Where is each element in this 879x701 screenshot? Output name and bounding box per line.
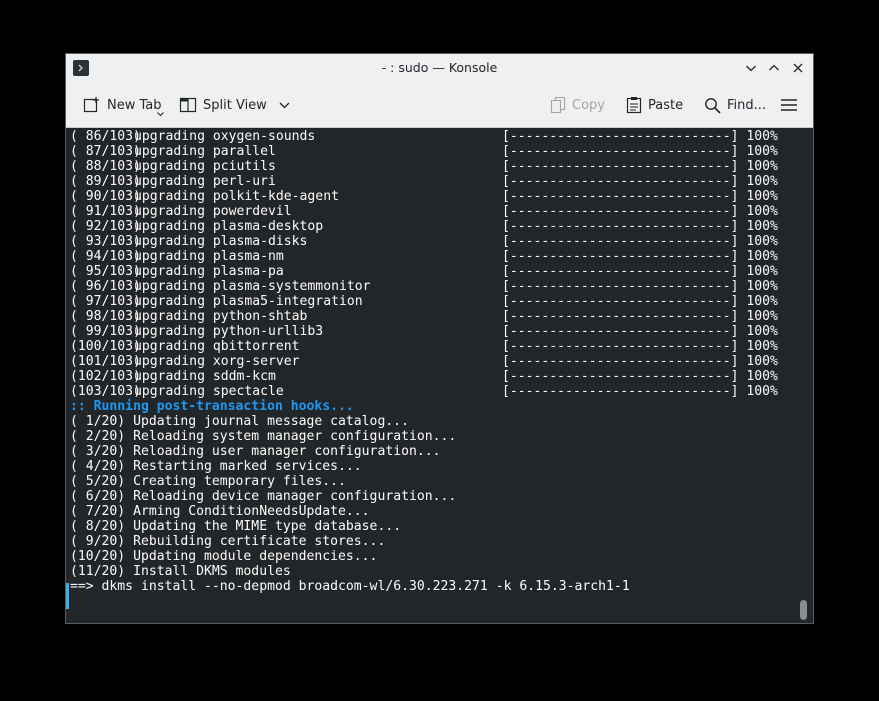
upgrade-package: upgrading polkit-kde-agent	[134, 189, 339, 204]
split-view-button[interactable]: Split View	[179, 93, 290, 117]
chevron-down-icon	[746, 65, 756, 72]
hook-line: ( 1/20) Updating journal message catalog…	[70, 414, 409, 429]
upgrade-line: (103/103)	[70, 384, 141, 399]
minimize-button[interactable]	[742, 59, 760, 77]
upgrade-package: upgrading qbittorrent	[134, 339, 300, 354]
upgrade-line: ( 86/103)	[70, 129, 141, 144]
upgrade-line: ( 89/103)	[70, 174, 141, 189]
copy-button[interactable]: Copy	[550, 93, 605, 117]
paste-label: Paste	[648, 97, 684, 113]
progress-bar: [----------------------------] 100%	[502, 204, 778, 219]
new-tab-label: New Tab	[107, 97, 162, 113]
toolbar: New Tab Split View Copy Paste Find...	[66, 82, 813, 128]
upgrade-package: upgrading xorg-server	[134, 354, 300, 369]
progress-bar: [----------------------------] 100%	[502, 354, 778, 369]
upgrade-line: (101/103)	[70, 354, 141, 369]
copy-label: Copy	[572, 97, 605, 113]
paste-button[interactable]: Paste	[626, 93, 683, 117]
progress-bar: [----------------------------] 100%	[502, 159, 778, 174]
find-button[interactable]: Find...	[704, 93, 766, 117]
progress-bar: [----------------------------] 100%	[502, 264, 778, 279]
search-icon	[704, 97, 721, 114]
split-view-icon	[179, 96, 197, 114]
upgrade-line: ( 94/103)	[70, 249, 141, 264]
progress-bar: [----------------------------] 100%	[502, 189, 778, 204]
maximize-button[interactable]	[765, 59, 783, 77]
progress-bar: [----------------------------] 100%	[502, 384, 778, 399]
hook-line: ( 6/20) Reloading device manager configu…	[70, 489, 457, 504]
progress-bar: [----------------------------] 100%	[502, 339, 778, 354]
chevron-down-icon[interactable]	[157, 106, 164, 121]
upgrade-package: upgrading plasma-desktop	[134, 219, 324, 234]
close-icon	[793, 63, 803, 73]
progress-bar: [----------------------------] 100%	[502, 309, 778, 324]
new-tab-icon	[83, 96, 101, 114]
upgrade-line: ( 90/103)	[70, 189, 141, 204]
hook-line: ( 8/20) Updating the MIME type database.…	[70, 519, 402, 534]
window-title: - : sudo — Konsole	[381, 60, 498, 75]
upgrade-package: upgrading parallel	[134, 144, 276, 159]
hook-line: ( 2/20) Reloading system manager configu…	[70, 429, 457, 444]
hamburger-menu-icon	[780, 97, 798, 113]
upgrade-line: ( 99/103)	[70, 324, 141, 339]
scrollbar-thumb[interactable]	[800, 600, 807, 620]
upgrade-package: upgrading plasma-nm	[134, 249, 284, 264]
upgrade-package: upgrading perl-uri	[134, 174, 276, 189]
terminal-output[interactable]: ( 86/103) upgrading oxygen-sounds [-------…	[66, 128, 813, 623]
upgrade-package: upgrading sddm-kcm	[134, 369, 276, 384]
progress-bar: [----------------------------] 100%	[502, 279, 778, 294]
upgrade-package: upgrading pciutils	[134, 159, 276, 174]
title-bar[interactable]: - : sudo — Konsole	[66, 54, 813, 82]
upgrade-package: upgrading plasma-systemmonitor	[134, 279, 371, 294]
hook-line: (11/20) Install DKMS modules	[70, 564, 291, 579]
upgrade-line: (100/103)	[70, 339, 141, 354]
progress-bar: [----------------------------] 100%	[502, 324, 778, 339]
hooks-title: :: Running post-transaction hooks...	[70, 399, 354, 414]
upgrade-package: upgrading powerdevil	[134, 204, 292, 219]
close-button[interactable]	[789, 59, 807, 77]
progress-bar: [----------------------------] 100%	[502, 129, 778, 144]
konsole-window: - : sudo — Konsole New Tab Split View Co…	[65, 53, 814, 624]
upgrade-package: upgrading plasma5-integration	[134, 294, 363, 309]
upgrade-package: upgrading plasma-disks	[134, 234, 308, 249]
progress-bar: [----------------------------] 100%	[502, 294, 778, 309]
upgrade-package: upgrading oxygen-sounds	[134, 129, 316, 144]
upgrade-line: ( 93/103)	[70, 234, 141, 249]
new-tab-button[interactable]: New Tab	[83, 93, 164, 117]
progress-bar: [----------------------------] 100%	[502, 144, 778, 159]
upgrade-line: ( 95/103)	[70, 264, 141, 279]
upgrade-line: ( 96/103)	[70, 279, 141, 294]
upgrade-line: ( 92/103)	[70, 219, 141, 234]
hook-line: ( 4/20) Restarting marked services...	[70, 459, 362, 474]
upgrade-package: upgrading plasma-pa	[134, 264, 284, 279]
progress-bar: [----------------------------] 100%	[502, 219, 778, 234]
hamburger-menu-button[interactable]	[780, 93, 804, 117]
progress-bar: [----------------------------] 100%	[502, 174, 778, 189]
upgrade-package: upgrading python-shtab	[134, 309, 308, 324]
upgrade-line: ( 97/103)	[70, 294, 141, 309]
hook-line: (10/20) Updating module dependencies...	[70, 549, 378, 564]
hook-line: ( 5/20) Creating temporary files...	[70, 474, 346, 489]
chevron-down-icon[interactable]	[279, 102, 290, 109]
copy-icon	[550, 96, 566, 114]
paste-icon	[626, 96, 642, 114]
hook-line: ( 3/20) Reloading user manager configura…	[70, 444, 441, 459]
upgrade-line: ( 88/103)	[70, 159, 141, 174]
upgrade-package: upgrading spectacle	[134, 384, 284, 399]
upgrade-package: upgrading python-urllib3	[134, 324, 324, 339]
progress-bar: [----------------------------] 100%	[502, 249, 778, 264]
cursor-marker	[66, 583, 69, 609]
upgrade-line: ( 87/103)	[70, 144, 141, 159]
hook-line: ( 7/20) Arming ConditionNeedsUpdate...	[70, 504, 370, 519]
progress-bar: [----------------------------] 100%	[502, 369, 778, 384]
hook-line: ( 9/20) Rebuilding certificate stores...	[70, 534, 386, 549]
upgrade-line: ( 98/103)	[70, 309, 141, 324]
upgrade-line: ( 91/103)	[70, 204, 141, 219]
prompt-line: ==> dkms install --no-depmod broadcom-wl…	[70, 579, 630, 594]
chevron-up-icon	[769, 64, 779, 71]
upgrade-line: (102/103)	[70, 369, 141, 384]
split-view-label: Split View	[203, 97, 267, 113]
find-label: Find...	[727, 97, 767, 113]
progress-bar: [----------------------------] 100%	[502, 234, 778, 249]
